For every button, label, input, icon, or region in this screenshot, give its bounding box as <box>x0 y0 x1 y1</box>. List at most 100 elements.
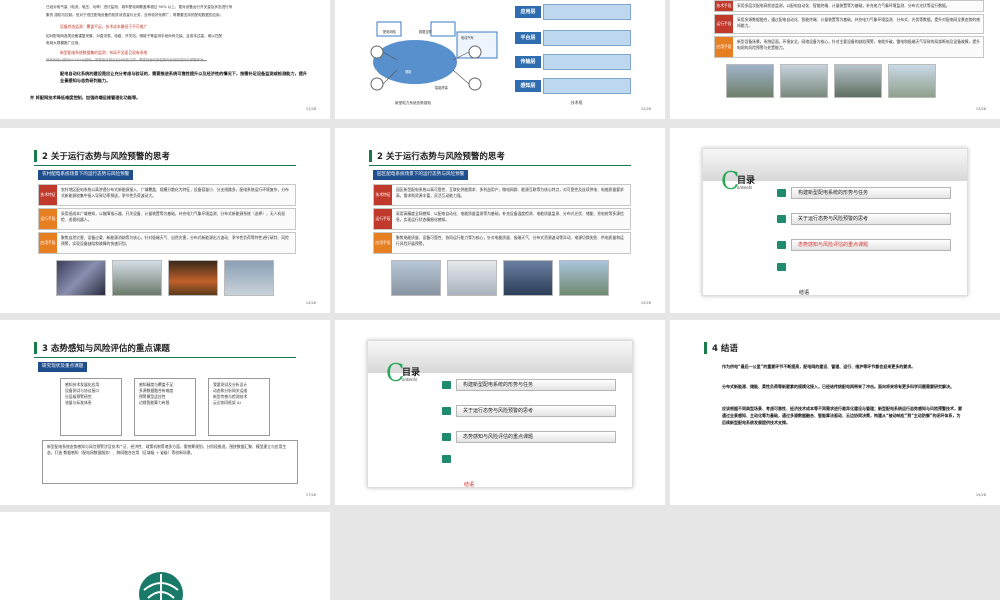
layer-perception: 感知层 <box>515 80 541 92</box>
slide4-photo-storm <box>224 260 274 296</box>
slide3-tag-1: 运行手段 <box>715 15 733 33</box>
diagram-label-pv: 光伏 <box>371 70 378 74</box>
slide9-title-bar <box>704 342 707 354</box>
layer-platform-band <box>543 30 631 46</box>
slide7-title: 3 态势感知与风险评估的重点课题 <box>42 344 170 354</box>
slide8-toc-item-2[interactable]: 态势感知与风险评估的重点课题 <box>456 431 616 443</box>
slide-thumbnail-1[interactable]: 已经对电气量（电流、电压、功率）进行监测，城市配电网覆盖率超过 90% 以上，更… <box>0 0 330 119</box>
logo-icon <box>139 572 183 600</box>
slide-thumbnail-5[interactable]: 2 关于运行态势与风险预警的思考 园区配电系统场景下的运行态势与风险预警 技术特… <box>335 128 665 313</box>
slide-thumbnail-9[interactable]: 4 结语 作为供电“最后一公里”的重要环节不断提高，配电网的建设、管理、运行、维… <box>670 320 1000 505</box>
slide4-row-2: 应用手段 聚焦自然灾害、设备过载、新能源消纳等为核心，针对极端天气、自然灾害，分… <box>38 232 296 254</box>
slide4-title-rule <box>34 165 296 166</box>
slide6-bullet-1 <box>777 215 786 223</box>
slide3-text-1: 采用多源数据融合，通过配电自动化、智能终端、计量装置等为基础，补充电力气象环境监… <box>737 17 980 28</box>
slide4-row-0: 技术特征 农村地区配电系统以高渗透分布式新能源接入、广域覆盖、规模分散化为特征，… <box>38 184 296 206</box>
slide5-photo-industrial <box>391 260 441 296</box>
slide9-para-1: 分布式新能源、储能、柔性负荷等新要素的规模化接入，已经给传统配电网带来了冲击。面… <box>722 384 954 389</box>
slide7-bottom-box: 新型配电系统态势感知与风险预警涉及技术广泛、经济性、政策机制等诸多方面，需统筹规… <box>42 440 298 484</box>
slide6-toc-end[interactable]: 结语 <box>799 289 809 296</box>
slide7-col-3: 我要测试及分析设计 动态和分析网关运维 新型传感与检测技术 云边协同框架 AI <box>208 378 270 436</box>
slide6-bullet-3 <box>777 263 786 271</box>
slide-thumbnail-3[interactable]: 技术手段 采用多层次配电网状态监测，以配电自动化、智能终端、计量装置等为基础，补… <box>670 0 1000 119</box>
slide3-photo-2 <box>834 64 882 98</box>
slide4-photo-substation <box>112 260 162 296</box>
slide8-toc-item-0[interactable]: 构建新型配电系统的形势与任务 <box>456 379 616 391</box>
slide9-para-0: 作为供电“最后一公里”的重要环节不断提高，配电网的建设、管理、运行、维护等环节都… <box>722 364 916 369</box>
slide-thumbnail-2[interactable]: 配电网络 数据互联 电动汽车 光伏 储能 智能终端 新型电力系统态势感知 应用层… <box>335 0 665 119</box>
slide5-tag-0: 技术特征 <box>374 185 392 205</box>
diagram-label-data: 数据互联 <box>419 30 432 34</box>
slide3-photo-0 <box>726 64 774 98</box>
slide8-bullet-1 <box>442 407 451 415</box>
slide3-text-0: 采用多层次配电网状态监测，以配电自动化、智能终端、计量装置等为基础，补充电力气象… <box>737 3 950 8</box>
slide6-toc-card: C 目录 ontents 构建新型配电系统的形势与任务 关于运行态势与风险预警的… <box>702 148 968 296</box>
slide5-photo-cabinets <box>447 260 497 296</box>
slide6-toc-item-1[interactable]: 关于运行态势与风险预警的思考 <box>791 213 951 225</box>
slide3-photo-3 <box>888 64 936 98</box>
slide6-toc-item-0[interactable]: 构建新型配电系统的形势与任务 <box>791 187 951 199</box>
slide1-line-0: 已经对电气量（电流、电压、功率）进行监测，城市配电网覆盖率超过 90% 以上，更… <box>46 5 233 9</box>
slide5-subhead: 园区配电系统场景下的运行态势与风险预警 <box>373 170 469 180</box>
slide1-line-5: 新型配电系统数据集的监测：布局不全面且现有系统 <box>60 50 148 55</box>
slide4-text-0: 农村地区配电系统以高渗透分布式新能源接入、广域覆盖、规模分散化为特征，设备容量小… <box>61 187 289 198</box>
slide5-title-bar <box>369 150 372 162</box>
slide7-page-number: 17/28 <box>305 493 316 497</box>
slide4-text-1: 采用低成本广域感知，以故障指示器、开关设备、计量装置等为基础，补充电力气象环境监… <box>61 211 286 222</box>
slide7-col-1: 感知技术发展化应用 设备测试与协议接口 分层级预警研究 流量与标准体系 <box>60 378 122 436</box>
diagram-label-network: 配电网络 <box>383 30 396 34</box>
slide4-title-bar <box>34 150 37 162</box>
slide7-col2-3: 边缘智能算力有限 <box>139 400 170 406</box>
slide8-toc-item-1[interactable]: 关于运行态势与风险预警的思考 <box>456 405 616 417</box>
slide5-tag-1: 运行手段 <box>374 209 392 229</box>
slide2-page-number: 12/28 <box>640 107 651 111</box>
slide3-tag-0: 技术手段 <box>715 1 733 11</box>
slide4-title: 2 关于运行态势与风险预警的思考 <box>42 152 170 162</box>
diagram-label-ev: 电动汽车 <box>461 36 474 40</box>
slide8-bullet-0 <box>442 381 451 389</box>
slide9-page-number: 19/28 <box>975 493 986 497</box>
slide5-row-2: 应用手段 聚焦电能质量、设备可靠性、协同运行能力等为核心，针对电能质量、极端天气… <box>373 232 631 254</box>
slide3-row-0: 技术手段 采用多层次配电网状态监测，以配电自动化、智能终端、计量装置等为基础，补… <box>714 0 984 12</box>
slide3-text-2: 新型设备场景，系统层面，环境安全，网络设备为核心，针对主要设备的缺陷预警，电缆外… <box>737 39 980 50</box>
slide7-col-2: 感知精度与覆盖不足 多源数据融合有难度 预警模型适应性 边缘智能算力有限 <box>134 378 196 436</box>
slide9-title: 4 结语 <box>712 344 738 354</box>
slide5-text-1: 采用高精度全网感知、以配电自动化、电能质量监测等为基础，补充设备温度检测、电能质… <box>396 211 624 222</box>
layer-platform: 平台层 <box>515 32 541 44</box>
slide1-line-8: 并 将配网技术降低难度控制，加强终端运维管理化功能等。 <box>30 95 141 100</box>
slide1-line-4: 电网大规模推广应用。 <box>46 41 82 45</box>
slide5-title: 2 关于运行态势与风险预警的思考 <box>377 152 505 162</box>
slide-thumbnail-7[interactable]: 3 态势感知与风险评估的重点课题 研究现状及重点课题 感知技术发展化应用 设备测… <box>0 320 330 505</box>
slide1-page-number: 11/28 <box>305 107 316 111</box>
slide5-photo-park <box>559 260 609 296</box>
layer-transmission-band <box>543 54 631 70</box>
slide3-row-1: 运行手段 采用多源数据融合，通过配电自动化、智能终端、计量装置等为基础，补充电力… <box>714 14 984 34</box>
slide4-photo-fire <box>168 260 218 296</box>
layer-application-band <box>543 4 631 20</box>
slide-thumbnail-6[interactable]: C 目录 ontents 构建新型配电系统的形势与任务 关于运行态势与风险预警的… <box>670 128 1000 313</box>
slide5-photo-solar <box>503 260 553 296</box>
slide4-photo-lightning <box>56 260 106 296</box>
slide7-title-rule <box>34 357 296 358</box>
slide-thumbnail-8[interactable]: C 目录 ontents 构建新型配电系统的形势与任务 关于运行态势与风险预警的… <box>335 320 665 505</box>
diagram-label-storage: 储能 <box>405 70 412 74</box>
right-diagram-caption: 技术框 <box>571 100 583 105</box>
layer-application: 应用层 <box>515 6 541 18</box>
left-diagram-caption: 新型电力系统态势感知 <box>395 101 431 105</box>
slide4-text-2: 聚焦自然灾害、设备过载、新能源消纳等为核心，针对极端天气、自然灾害，分布式新能源… <box>61 235 289 246</box>
slide7-col3-3: 云边协同框架 AI <box>213 400 241 406</box>
slide8-bullet-2 <box>442 433 451 441</box>
slide3-tag-2: 应用手段 <box>715 37 733 57</box>
slide4-page-number: 14/28 <box>305 301 316 305</box>
layer-perception-band <box>543 78 631 94</box>
slide7-title-bar <box>34 342 37 354</box>
slide6-toc-item-2[interactable]: 态势感知与风险评估的重点课题 <box>791 239 951 251</box>
slide-thumbnail-10[interactable] <box>0 512 330 600</box>
slide8-toc-subtitle: ontents <box>402 377 418 382</box>
slide-thumbnail-4[interactable]: 2 关于运行态势与风险预警的思考 农村配电系统场景下的运行态势与风险预警 技术特… <box>0 128 330 313</box>
slide8-toc-end[interactable]: 结语 <box>464 481 474 488</box>
slide4-row-1: 运行手段 采用低成本广域感知，以故障指示器、开关设备、计量装置等为基础，补充电力… <box>38 208 296 230</box>
slide8-bullet-3 <box>442 455 451 463</box>
slide5-title-rule <box>369 165 631 166</box>
slide5-text-0: 园区新型配电系统以高可靠性、互联化供能需求、多利益用户，微电网群、能源互联等为核… <box>396 187 624 198</box>
